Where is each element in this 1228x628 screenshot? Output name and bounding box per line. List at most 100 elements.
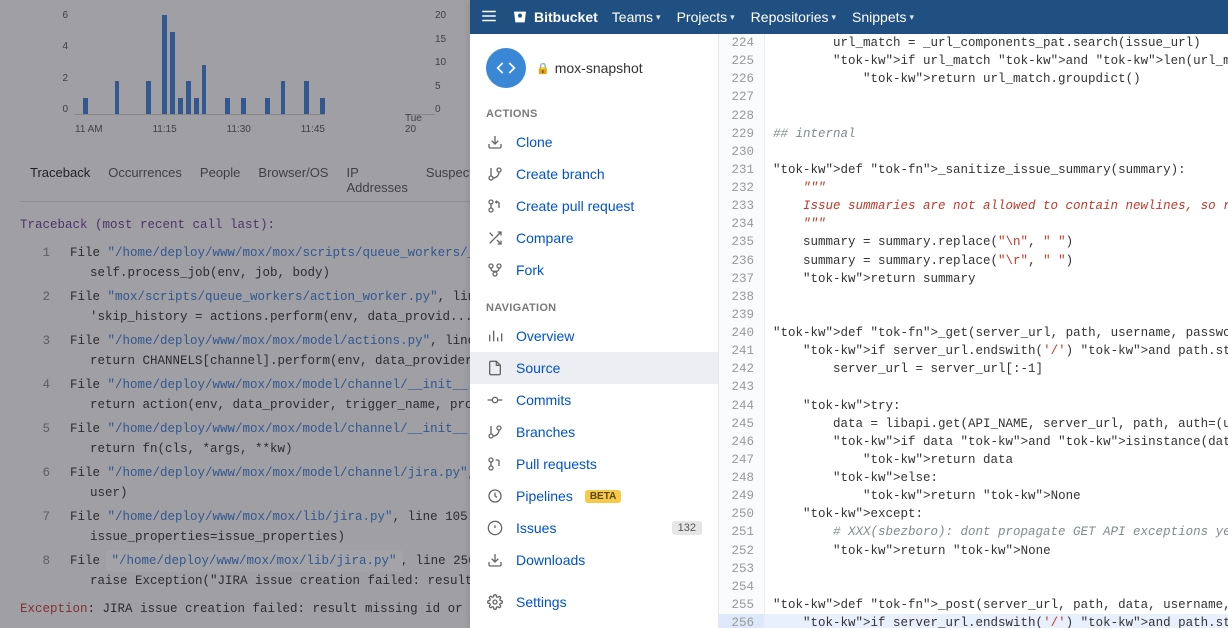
traceback-file-path[interactable]: "/home/deploy/www/mox/mox/model/channel/… <box>108 378 498 392</box>
code-line: 228 <box>719 107 1228 125</box>
code-line: 248 "tok-kw">else: <box>719 469 1228 487</box>
line-number[interactable]: 256 <box>719 614 765 628</box>
tab-people[interactable]: People <box>200 165 240 195</box>
line-number[interactable]: 231 <box>719 161 765 179</box>
tab-suspect[interactable]: Suspect <box>426 165 473 195</box>
sidebar-settings[interactable]: Settings <box>470 586 718 618</box>
sidebar-downloads[interactable]: Downloads <box>470 544 718 576</box>
line-number[interactable]: 228 <box>719 107 765 125</box>
topnav-projects[interactable]: Projects▾ <box>677 9 735 25</box>
line-number[interactable]: 244 <box>719 397 765 415</box>
tab-ip-addresses[interactable]: IP Addresses <box>346 165 407 195</box>
bitbucket-sidebar: 🔒 mox-snapshot ACTIONS CloneCreate branc… <box>470 34 719 628</box>
sidebar-source[interactable]: Source <box>470 352 718 384</box>
line-number[interactable]: 255 <box>719 596 765 614</box>
line-number[interactable]: 248 <box>719 469 765 487</box>
sidebar-compare[interactable]: Compare <box>470 222 718 254</box>
tab-browser-os[interactable]: Browser/OS <box>258 165 328 195</box>
bitbucket-pane: Bitbucket Teams▾ Projects▾ Repositories▾ Sn… <box>470 0 1228 628</box>
code-line: 236 summary = summary.replace("\r", " ") <box>719 252 1228 270</box>
traceback-file-path[interactable]: "mox/scripts/queue_workers/action_worker… <box>108 290 438 304</box>
sidebar-item-label: Compare <box>516 230 574 246</box>
sidebar-pull-requests[interactable]: Pull requests <box>470 448 718 480</box>
traceback-file-path[interactable]: "/home/deploy/www/mox/mox/model/channel/… <box>108 466 468 480</box>
line-number[interactable]: 254 <box>719 578 765 596</box>
line-number[interactable]: 246 <box>719 433 765 451</box>
traceback-file-path[interactable]: "/home/deploy/www/mox/mox/model/actions.… <box>108 334 431 348</box>
beta-badge: BETA <box>585 490 621 503</box>
section-nav-header: NAVIGATION <box>470 296 718 320</box>
code-line: 227 <box>719 88 1228 106</box>
code-line: 238 <box>719 288 1228 306</box>
topnav-teams[interactable]: Teams▾ <box>612 9 661 25</box>
source-code-pane[interactable]: 224 url_match = _url_components_pat.sear… <box>719 34 1228 628</box>
sidebar-pipelines[interactable]: Pipelines BETA <box>470 480 718 512</box>
line-number[interactable]: 240 <box>719 324 765 342</box>
bitbucket-brand[interactable]: Bitbucket <box>512 9 598 25</box>
line-number[interactable]: 224 <box>719 34 765 52</box>
line-number[interactable]: 230 <box>719 143 765 161</box>
line-number[interactable]: 237 <box>719 270 765 288</box>
code-line: 225 "tok-kw">if url_match "tok-kw">and "… <box>719 52 1228 70</box>
repo-header[interactable]: 🔒 mox-snapshot <box>470 48 718 102</box>
sidebar-overview[interactable]: Overview <box>470 320 718 352</box>
sidebar-item-label: Pull requests <box>516 456 597 472</box>
line-number[interactable]: 243 <box>719 378 765 396</box>
commits-icon <box>486 391 504 409</box>
line-number[interactable]: 251 <box>719 523 765 541</box>
exception-message: : JIRA issue creation failed: result mis… <box>88 602 493 616</box>
line-number[interactable]: 236 <box>719 252 765 270</box>
charts-area: 6420 11 AM11:1511:3011:45 20151050 Tue 2… <box>20 10 460 140</box>
hamburger-icon[interactable] <box>480 7 498 28</box>
sidebar-item-label: Create pull request <box>516 198 634 214</box>
sidebar-item-label: Fork <box>516 262 544 278</box>
line-number[interactable]: 232 <box>719 179 765 197</box>
line-number[interactable]: 225 <box>719 52 765 70</box>
sidebar-item-label: Pipelines <box>516 488 573 504</box>
sidebar-create-branch[interactable]: Create branch <box>470 158 718 190</box>
line-number[interactable]: 229 <box>719 125 765 143</box>
sidebar-create-pull-request[interactable]: Create pull request <box>470 190 718 222</box>
code-line: 240"tok-kw">def "tok-fn">_get(server_url… <box>719 324 1228 342</box>
fork-icon <box>486 261 504 279</box>
sidebar-commits[interactable]: Commits <box>470 384 718 416</box>
line-number[interactable]: 252 <box>719 542 765 560</box>
issues-icon <box>486 519 504 537</box>
line-number[interactable]: 250 <box>719 505 765 523</box>
sidebar-fork[interactable]: Fork <box>470 254 718 286</box>
line-number[interactable]: 241 <box>719 342 765 360</box>
sidebar-branches[interactable]: Branches <box>470 416 718 448</box>
count-badge: 132 <box>672 521 702 535</box>
sidebar-item-label: Issues <box>516 520 556 536</box>
download-icon <box>486 133 504 151</box>
line-number[interactable]: 242 <box>719 360 765 378</box>
topnav-snippets[interactable]: Snippets▾ <box>852 9 914 25</box>
line-number[interactable]: 245 <box>719 415 765 433</box>
tab-occurrences[interactable]: Occurrences <box>108 165 182 195</box>
pipe-icon <box>486 487 504 505</box>
line-number[interactable]: 239 <box>719 306 765 324</box>
branches-icon <box>486 423 504 441</box>
line-number[interactable]: 227 <box>719 88 765 106</box>
sidebar-issues[interactable]: Issues 132 <box>470 512 718 544</box>
line-number[interactable]: 234 <box>719 215 765 233</box>
code-line: 250 "tok-kw">except: <box>719 505 1228 523</box>
line-number[interactable]: 247 <box>719 451 765 469</box>
line-number[interactable]: 249 <box>719 487 765 505</box>
line-number[interactable]: 253 <box>719 560 765 578</box>
traceback-file-path[interactable]: "/home/deploy/www/mox/mox/lib/jira.py" <box>108 510 393 524</box>
line-number[interactable]: 226 <box>719 70 765 88</box>
line-number[interactable]: 238 <box>719 288 765 306</box>
repo-name: mox-snapshot <box>555 60 643 76</box>
traceback-file-path[interactable]: "/home/deploy/www/mox/mox/model/channel/… <box>108 422 498 436</box>
code-line: 251 # XXX(sbezboro): dont propagate GET … <box>719 523 1228 541</box>
code-line: 247 "tok-kw">return data <box>719 451 1228 469</box>
line-number[interactable]: 235 <box>719 233 765 251</box>
traceback-file-path[interactable]: "/home/deploy/www/mox/mox/lib/jira.py" <box>108 552 401 570</box>
issue-tracker-pane: 6420 11 AM11:1511:3011:45 20151050 Tue 2… <box>0 0 470 628</box>
sidebar-item-label: Source <box>516 360 560 376</box>
line-number[interactable]: 233 <box>719 197 765 215</box>
topnav-repositories[interactable]: Repositories▾ <box>751 9 836 25</box>
sidebar-clone[interactable]: Clone <box>470 126 718 158</box>
tab-traceback[interactable]: Traceback <box>30 165 90 195</box>
